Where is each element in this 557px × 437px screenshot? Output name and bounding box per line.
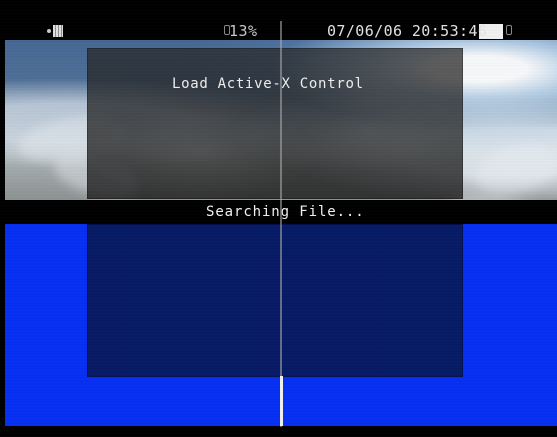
date-time-display: 07/06/06 20:53:46 — [327, 22, 488, 40]
percentage-indicator: 13% — [229, 22, 258, 40]
camera-icon — [47, 25, 63, 37]
dark-blue-panel — [87, 224, 463, 377]
searching-file-message: Searching File... — [206, 204, 365, 220]
camera-body — [53, 25, 63, 37]
camera-dot — [47, 29, 51, 33]
video-screen: 13% 07/06/06 20:53:46 Load Active-X Cont… — [0, 0, 557, 437]
center-divider-highlight — [280, 376, 283, 426]
load-control-dialog — [87, 48, 463, 199]
cloud-shape — [470, 135, 557, 203]
dialog-title: Load Active-X Control — [172, 76, 364, 92]
center-divider — [280, 21, 282, 427]
bottom-black-bar — [0, 426, 557, 437]
marker-icon — [506, 25, 512, 35]
status-bar: 13% 07/06/06 20:53:46 — [0, 0, 557, 40]
